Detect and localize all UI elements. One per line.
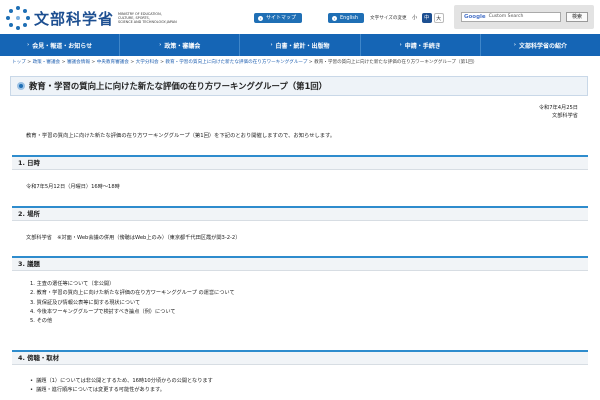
search-button[interactable]: 検索	[566, 12, 588, 22]
breadcrumb-link[interactable]: 政策・審議会	[33, 60, 61, 65]
global-nav: › 会見・報道・お知らせ › 政策・審議会 › 白書・統計・出版物 › 申請・手続き ›…	[0, 34, 600, 56]
agenda-item: 4. 今後本ワーキンググループで検討すべき論点（例）について	[30, 308, 176, 315]
nav-label: 白書・統計・出版物	[275, 42, 330, 50]
lead-text: 教育・学習の質向上に向けた新たな評価の在り方ワーキンググループ（第1回）を下記の…	[26, 133, 336, 139]
site-header: 文部科学省 MINISTRY OF EDUCATION, CULTURE, SP…	[0, 0, 600, 34]
font-small-button[interactable]: 小	[409, 13, 420, 23]
logo-title: 文部科学省	[34, 9, 115, 28]
nav-item-news[interactable]: › 会見・報道・お知らせ	[0, 34, 121, 56]
agenda-list: 1. 主査の選任等について（非公開） 2. 教育・学習の質向上に向けた新たな評価…	[30, 280, 235, 326]
section-heading-datetime: 1. 日時	[12, 155, 588, 170]
site-logo[interactable]: 文部科学省 MINISTRY OF EDUCATION, CULTURE, SP…	[6, 6, 184, 30]
breadcrumb-current: 教育・学習の質向上に向けた新たな評価の在り方ワーキンググループ（第1回）	[314, 60, 478, 65]
page-title: 教育・学習の質向上に向けた新たな評価の在り方ワーキンググループ（第1回）	[29, 81, 328, 91]
sitemap-link[interactable]: › サイトマップ	[254, 13, 303, 23]
english-label: English	[340, 15, 359, 21]
nav-label: 申請・手続き	[404, 42, 441, 50]
ministry-emblem-icon	[6, 6, 30, 30]
nav-label: 政策・審議会	[164, 42, 201, 50]
page-title-bar: 教育・学習の質向上に向けた新たな評価の在り方ワーキンググループ（第1回）	[10, 76, 588, 96]
coverage-list: 議題（1）については非公開とするため、16時10分頃からの公開となります 議題・…	[30, 377, 213, 396]
chevron-right-icon: ›	[513, 42, 516, 48]
font-medium-button[interactable]: 中	[421, 13, 432, 23]
google-brand: Google	[464, 14, 486, 20]
chevron-right-icon: ›	[27, 42, 30, 48]
agenda-item: 1. 主査の選任等について（非公開）	[30, 281, 115, 287]
breadcrumb-link[interactable]: 中央教育審議会	[97, 60, 129, 65]
chevron-right-icon: ›	[399, 42, 402, 48]
coverage-item: 議題・進行順序については変更する可能性があります。	[30, 386, 213, 395]
breadcrumb-link[interactable]: 大学分科会	[136, 60, 159, 65]
fontsize-label: 文字サイズの変更	[370, 16, 407, 21]
nav-label: 文部科学省の紹介	[518, 42, 567, 50]
section-heading-coverage: 4. 傍聴・取材	[12, 350, 588, 365]
agenda-item: 2. 教育・学習の質向上に向けた新たな評価の在り方ワーキンググループ の運営につ…	[30, 290, 235, 297]
datetime-text: 令和7年5月12日（月曜日）16時～18時	[26, 184, 120, 190]
place-text: 文部科学省 ※対面・Web会議の併用（傍聴はWeb上のみ）（東京都千代田区霞が関…	[26, 235, 241, 241]
agenda-item: 5. その他	[30, 318, 53, 325]
font-large-button[interactable]: 大	[433, 13, 444, 23]
logo-en-line: SCIENCE AND TECHNOLOGY-JAPAN	[118, 20, 177, 25]
title-bullet-icon	[17, 82, 25, 90]
breadcrumb-link[interactable]: 教育・学習の質向上に向けた新たな評価の在り方ワーキンググループ	[165, 60, 307, 65]
coverage-item: 議題（1）については非公開とするため、16時10分頃からの公開となります	[30, 377, 213, 386]
english-link[interactable]: › English	[328, 13, 365, 23]
search-input[interactable]: Google Custom Search	[461, 12, 561, 22]
nav-label: 会見・報道・お知らせ	[32, 42, 93, 50]
search-placeholder: Custom Search	[488, 14, 524, 19]
breadcrumb: トップ > 政策・審議会 > 審議会情報 > 中央教育審議会 > 大学分科会 >…	[12, 60, 478, 65]
nav-item-publications[interactable]: › 白書・統計・出版物	[240, 34, 361, 56]
logo-english-name: MINISTRY OF EDUCATION, CULTURE, SPORTS, …	[118, 12, 184, 25]
arrow-right-icon: ›	[258, 15, 263, 21]
nav-item-policy[interactable]: › 政策・審議会	[120, 34, 241, 56]
breadcrumb-link[interactable]: 審議会情報	[67, 60, 90, 65]
section-heading-place: 2. 場所	[12, 206, 588, 221]
site-search: Google Custom Search 検索	[454, 5, 594, 29]
date-block: 令和7年4月25日 文部科学省	[539, 104, 578, 120]
section-heading-agenda: 3. 議題	[12, 256, 588, 271]
chevron-right-icon: ›	[270, 42, 273, 48]
issuer: 文部科学省	[552, 113, 578, 119]
sitemap-label: サイトマップ	[266, 15, 297, 21]
arrow-right-icon: ›	[332, 15, 337, 21]
nav-item-applications[interactable]: › 申請・手続き	[361, 34, 481, 56]
breadcrumb-link[interactable]: トップ	[12, 60, 26, 65]
chevron-right-icon: ›	[159, 42, 162, 48]
publish-date: 令和7年4月25日	[538, 105, 578, 111]
nav-item-about[interactable]: › 文部科学省の紹介	[481, 34, 600, 56]
agenda-item: 3. 質保証及び情報公表等に関する現状について	[30, 299, 141, 306]
